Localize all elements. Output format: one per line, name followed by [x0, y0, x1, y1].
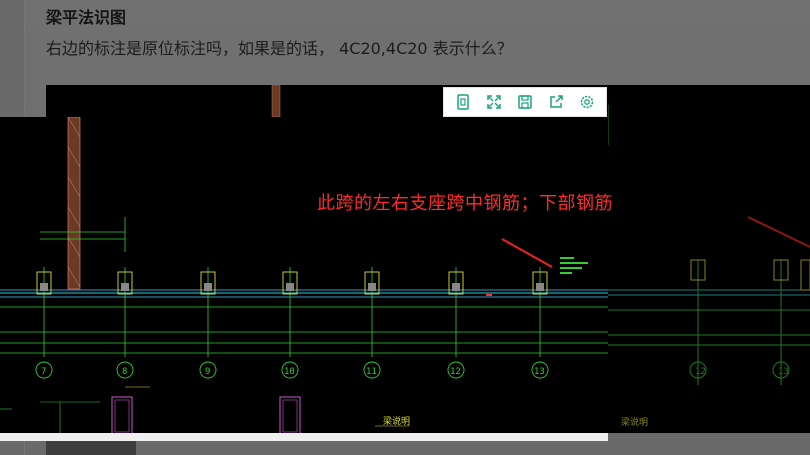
image-toolbar	[443, 87, 607, 117]
image-bottom-edge	[0, 433, 608, 441]
back-footer-label: 梁说明	[621, 416, 648, 428]
settings-button[interactable]	[576, 91, 598, 113]
fullscreen-icon	[487, 95, 501, 109]
axis-label-9: 9	[205, 367, 210, 377]
axis-label-10: 10	[284, 367, 295, 377]
original-size-icon	[457, 94, 470, 110]
question-body: 右边的标注是原位标注吗，如果是的话， 4C20,4C20 表示什么？	[46, 39, 513, 58]
fullscreen-button[interactable]	[483, 91, 505, 113]
share-icon	[550, 95, 563, 108]
question-title: 梁平法识图	[46, 8, 127, 27]
bottom-thumbnail-bar	[46, 441, 136, 455]
cad-front-drawing: 7 8 9 10 11 12 13 梁说明	[0, 117, 608, 435]
axis-label-8: 8	[122, 367, 127, 377]
footer-label: 梁说明	[383, 415, 410, 427]
back-axis-label-12: 12	[695, 367, 706, 377]
cad-drawing-image[interactable]: 7 8 9 10 11 12 13 梁说明	[0, 117, 608, 435]
red-annotation-text: 此跨的左右支座跨中钢筋；下部钢筋	[317, 193, 613, 214]
axis-label-12: 12	[450, 367, 461, 377]
settings-icon	[580, 95, 593, 109]
save-icon	[518, 95, 532, 109]
original-size-button[interactable]	[452, 91, 474, 113]
axis-label-13: 13	[534, 367, 545, 377]
save-button[interactable]	[514, 91, 536, 113]
axis-label-7: 7	[41, 367, 46, 377]
share-button[interactable]	[545, 91, 567, 113]
back-axis-label-13: 13	[778, 367, 789, 377]
question-block: 梁平法识图 右边的标注是原位标注吗，如果是的话， 4C20,4C20 表示什么？	[46, 8, 513, 60]
axis-label-11: 11	[366, 367, 377, 377]
